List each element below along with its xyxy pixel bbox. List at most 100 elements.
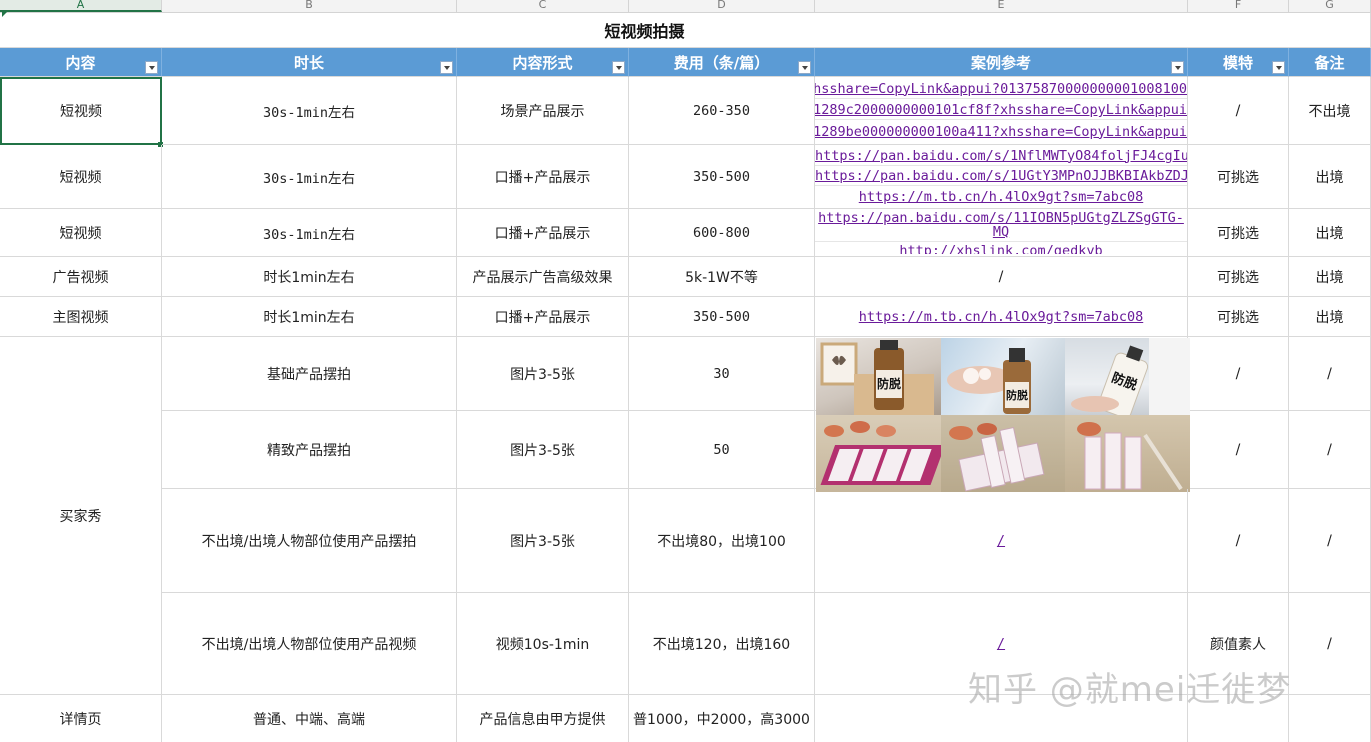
cell-r1-model[interactable]: / [1188, 77, 1289, 145]
cell-r3-notes[interactable]: 出境 [1289, 209, 1371, 257]
product-photo[interactable] [1065, 415, 1190, 492]
filter-dropdown-icon[interactable] [1171, 61, 1184, 74]
cell-r1-content[interactable]: 短视频 [0, 77, 162, 145]
cell-r5-duration[interactable]: 时长1min左右 [162, 297, 457, 337]
product-photo-strip-boxes [816, 415, 1190, 492]
case-link[interactable]: https://pan.baidu.com/s/11IOBN5pUGtgZLZS… [815, 211, 1187, 242]
filter-dropdown-icon[interactable] [1272, 61, 1285, 74]
header-duration[interactable]: 时长 [162, 48, 457, 77]
cell-r2-content[interactable]: 短视频 [0, 145, 162, 209]
cell-r1-notes[interactable]: 不出境 [1289, 77, 1371, 145]
case-link[interactable]: / [997, 533, 1005, 549]
case-link[interactable]: 01375870000000001008100?xhsshare=CopyLin… [815, 81, 1187, 99]
cell-r2-notes[interactable]: 出境 [1289, 145, 1371, 209]
column-header-e[interactable]: E [815, 0, 1188, 12]
cell-r7-fee[interactable]: 50 [629, 411, 815, 489]
cell-r6-model[interactable]: / [1188, 337, 1289, 411]
header-duration-label: 时长 [293, 53, 324, 72]
product-photo[interactable]: 防脱 [940, 338, 1066, 415]
cell-r8-duration[interactable]: 不出境/出境人物部位使用产品摆拍 [162, 489, 457, 593]
header-cases[interactable]: 案例参考 [815, 48, 1188, 77]
cell-r4-fee[interactable]: 5k-1W不等 [629, 257, 815, 297]
product-photo[interactable]: 防脱 [1065, 338, 1190, 415]
cell-r3-content[interactable]: 短视频 [0, 209, 162, 257]
header-fee[interactable]: 费用（条/篇） [629, 48, 815, 77]
cell-r2-fee[interactable]: 350-500 [629, 145, 815, 209]
cell-r4-duration[interactable]: 时长1min左右 [162, 257, 457, 297]
cell-r4-notes[interactable]: 出境 [1289, 257, 1371, 297]
cell-r10-content[interactable]: 详情页 [0, 695, 162, 742]
cell-r9-duration[interactable]: 不出境/出境人物部位使用产品视频 [162, 593, 457, 695]
case-link[interactable]: / [997, 636, 1005, 652]
cell-r10-notes[interactable] [1289, 695, 1371, 742]
cell-r1-format[interactable]: 场景产品展示 [457, 77, 629, 145]
cell-r9-format[interactable]: 视频10s-1min [457, 593, 629, 695]
product-photo[interactable]: 防脱 [816, 338, 941, 415]
cell-r10-format[interactable]: 产品信息由甲方提供 [457, 695, 629, 742]
column-header-f[interactable]: F [1188, 0, 1289, 12]
cell-r6-notes[interactable]: / [1289, 337, 1371, 411]
cell-r5-notes[interactable]: 出境 [1289, 297, 1371, 337]
cell-r8-notes[interactable]: / [1289, 489, 1371, 593]
cell-r5-model[interactable]: 可挑选 [1188, 297, 1289, 337]
cell-r7-model[interactable]: / [1188, 411, 1289, 489]
cell-r8-format[interactable]: 图片3-5张 [457, 489, 629, 593]
header-model[interactable]: 模特 [1188, 48, 1289, 77]
cell-r10-fee[interactable]: 普1000，中2000，高3000 [629, 695, 815, 742]
product-photo[interactable] [816, 415, 941, 492]
cell-r5-cases: https://m.tb.cn/h.4lOx9gt?sm=7abc08 [815, 297, 1188, 337]
case-link[interactable]: https://pan.baidu.com/s/1NflMWTyO84foljF… [815, 148, 1187, 166]
header-format[interactable]: 内容形式 [457, 48, 629, 77]
case-link[interactable]: https://m.tb.cn/h.4lOx9gt?sm=7abc08 [859, 309, 1143, 325]
cell-r8-model[interactable]: / [1188, 489, 1289, 593]
cell-r2-format[interactable]: 口播+产品展示 [457, 145, 629, 209]
cell-r3-model[interactable]: 可挑选 [1188, 209, 1289, 257]
cell-r5-content[interactable]: 主图视频 [0, 297, 162, 337]
cell-r3-cases: https://pan.baidu.com/s/11IOBN5pUGtgZLZS… [815, 209, 1188, 257]
cell-r8-fee[interactable]: 不出境80，出境100 [629, 489, 815, 593]
case-link[interactable]: http://xhslink.com/gedkyb [815, 243, 1187, 254]
filter-dropdown-icon[interactable] [440, 61, 453, 74]
cell-r7-format[interactable]: 图片3-5张 [457, 411, 629, 489]
filter-dropdown-icon[interactable] [145, 61, 158, 74]
header-notes[interactable]: 备注 [1289, 48, 1371, 77]
cell-r2-model[interactable]: 可挑选 [1188, 145, 1289, 209]
case-link[interactable]: 01289be000000000100a411?xhsshare=CopyLin… [815, 124, 1187, 141]
column-header-b[interactable]: B [162, 0, 457, 12]
cell-r3-fee[interactable]: 600-800 [629, 209, 815, 257]
cell-r6-duration[interactable]: 基础产品摆拍 [162, 337, 457, 411]
case-link[interactable]: https://pan.baidu.com/s/1UGtY3MPnOJJBKBI… [815, 168, 1187, 186]
cell-r9-notes[interactable]: / [1289, 593, 1371, 695]
cell-buyer-show[interactable]: 买家秀 [0, 337, 162, 695]
column-header-a[interactable]: A [0, 0, 162, 12]
product-photo[interactable] [940, 415, 1066, 492]
cell-r5-fee[interactable]: 350-500 [629, 297, 815, 337]
cell-r4-format[interactable]: 产品展示广告高级效果 [457, 257, 629, 297]
column-header-c[interactable]: C [457, 0, 629, 12]
cell-r6-format[interactable]: 图片3-5张 [457, 337, 629, 411]
cell-r4-cases[interactable]: / [815, 257, 1188, 297]
header-content[interactable]: 内容 [0, 48, 162, 77]
cell-r1-fee[interactable]: 260-350 [629, 77, 815, 145]
filter-dropdown-icon[interactable] [612, 61, 625, 74]
header-format-label: 内容形式 [512, 53, 573, 72]
cell-r1-duration[interactable]: 30s-1min左右 [162, 77, 457, 145]
column-header-d[interactable]: D [629, 0, 815, 12]
cell-r3-duration[interactable]: 30s-1min左右 [162, 209, 457, 257]
cell-r6-fee[interactable]: 30 [629, 337, 815, 411]
cell-r4-content[interactable]: 广告视频 [0, 257, 162, 297]
title-row-empty-cell[interactable] [1289, 13, 1371, 48]
cell-r7-notes[interactable]: / [1289, 411, 1371, 489]
cell-r3-format[interactable]: 口播+产品展示 [457, 209, 629, 257]
case-link[interactable]: 01289c2000000000101cf8f?xhsshare=CopyLin… [815, 102, 1187, 120]
cell-r4-model[interactable]: 可挑选 [1188, 257, 1289, 297]
cell-r10-duration[interactable]: 普通、中端、高端 [162, 695, 457, 742]
cell-r9-fee[interactable]: 不出境120，出境160 [629, 593, 815, 695]
case-link[interactable]: https://m.tb.cn/h.4lOx9gt?sm=7abc08 [815, 189, 1187, 206]
column-header-g[interactable]: G [1289, 0, 1371, 12]
filter-dropdown-icon[interactable] [798, 61, 811, 74]
sheet-title[interactable]: 短视频拍摄 [0, 13, 1289, 48]
cell-r2-duration[interactable]: 30s-1min左右 [162, 145, 457, 209]
cell-r5-format[interactable]: 口播+产品展示 [457, 297, 629, 337]
cell-r7-duration[interactable]: 精致产品摆拍 [162, 411, 457, 489]
